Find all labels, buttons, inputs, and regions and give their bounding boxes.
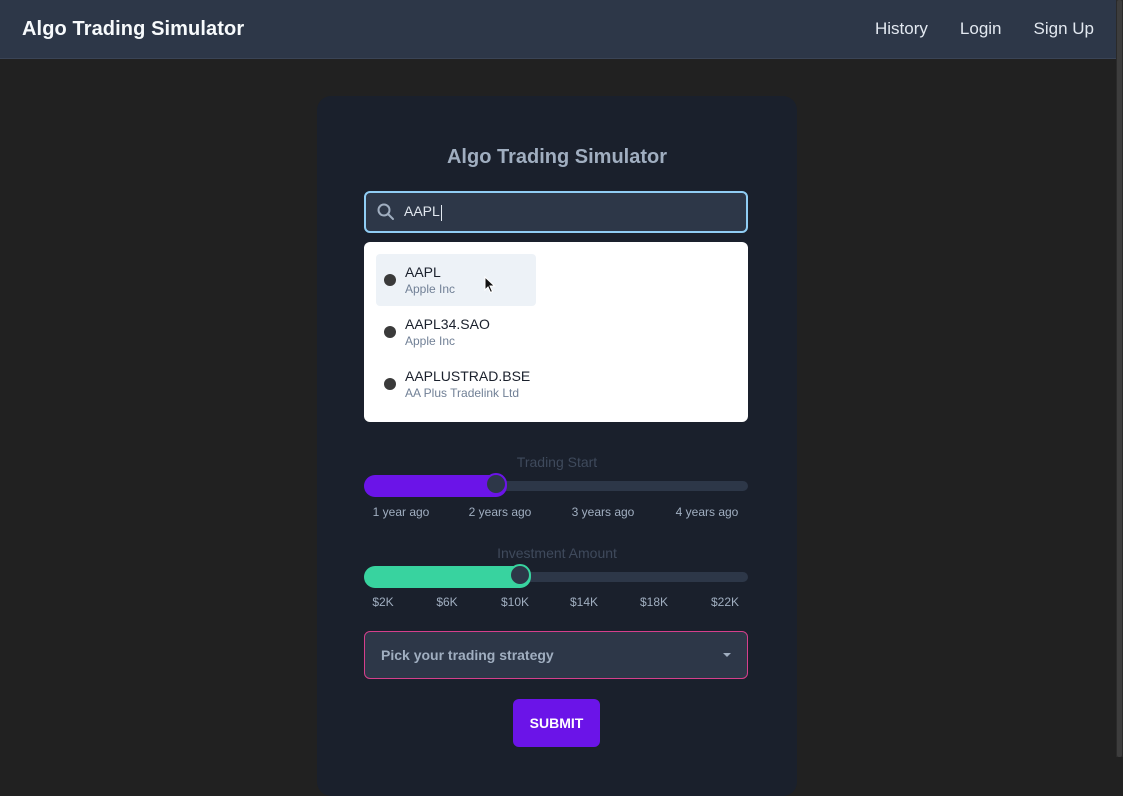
result-symbol: AAPL: [405, 263, 441, 280]
investment-amount-tick: $14K: [569, 595, 599, 609]
text-caret: [440, 204, 442, 221]
investment-amount-tick: $22K: [710, 595, 740, 609]
trading-start-label: Trading Start: [516, 454, 598, 470]
nav-history-link[interactable]: History: [875, 19, 928, 39]
trading-start-tick: 3 years ago: [571, 505, 635, 519]
investment-amount-slider[interactable]: [364, 564, 748, 588]
investment-amount-tick: $6K: [436, 595, 458, 609]
result-symbol: AAPLUSTRAD.BSE: [405, 367, 531, 384]
trading-start-tick: 2 years ago: [468, 505, 532, 519]
investment-amount-ticks: $2K $6K $10K $14K $18K $22K: [364, 595, 748, 611]
investment-amount-tick: $18K: [639, 595, 669, 609]
result-dot-icon: [384, 378, 396, 390]
trading-start-tick: 4 years ago: [675, 505, 739, 519]
investment-amount-tick: $2K: [372, 595, 394, 609]
result-company-name: AA Plus Tradelink Ltd: [405, 385, 520, 400]
trading-start-slider[interactable]: [364, 473, 748, 497]
investment-amount-fill: [364, 566, 532, 588]
search-results-dropdown: AAPL Apple Inc AAPL34.SAO Apple Inc AAPL…: [364, 242, 748, 422]
result-symbol: AAPL34.SAO: [405, 315, 490, 332]
investment-amount-label: Investment Amount: [497, 545, 617, 561]
page-scrollbar-track[interactable]: [1116, 0, 1123, 757]
strategy-select[interactable]: Pick your trading strategy: [364, 631, 748, 679]
submit-button[interactable]: SUBMIT: [513, 699, 600, 747]
result-dot-icon: [384, 274, 396, 286]
mouse-pointer-icon: [484, 276, 496, 294]
investment-amount-tick: $10K: [500, 595, 530, 609]
card-title: Algo Trading Simulator: [446, 146, 667, 168]
result-company-name: Apple Inc: [405, 333, 456, 348]
result-dot-icon: [384, 326, 396, 338]
nav-login-link[interactable]: Login: [960, 19, 1002, 39]
trading-start-ticks: 1 year ago 2 years ago 3 years ago 4 yea…: [364, 505, 748, 521]
simulator-card: Algo Trading Simulator AAPL AAPL Apple I…: [317, 96, 797, 796]
result-company-name: Apple Inc: [405, 281, 456, 296]
trading-start-tick: 1 year ago: [372, 505, 430, 519]
search-result-item[interactable]: AAPL Apple Inc: [376, 254, 536, 306]
ticker-search-input[interactable]: AAPL: [404, 203, 746, 221]
strategy-placeholder: Pick your trading strategy: [381, 647, 554, 663]
navbar: Algo Trading Simulator History Login Sig…: [0, 0, 1116, 59]
search-icon: [376, 201, 398, 223]
search-value: AAPL: [404, 203, 440, 220]
brand-title[interactable]: Algo Trading Simulator: [22, 18, 244, 41]
search-result-item[interactable]: AAPLUSTRAD.BSE AA Plus Tradelink Ltd: [376, 358, 536, 410]
nav-signup-link[interactable]: Sign Up: [1034, 19, 1094, 39]
nav-links: History Login Sign Up: [843, 19, 1094, 39]
ticker-search-box[interactable]: AAPL: [364, 191, 748, 233]
chevron-down-icon: [723, 653, 731, 657]
page-scrollbar-thumb[interactable]: [1117, 0, 1122, 757]
search-result-item[interactable]: AAPL34.SAO Apple Inc: [376, 306, 536, 358]
